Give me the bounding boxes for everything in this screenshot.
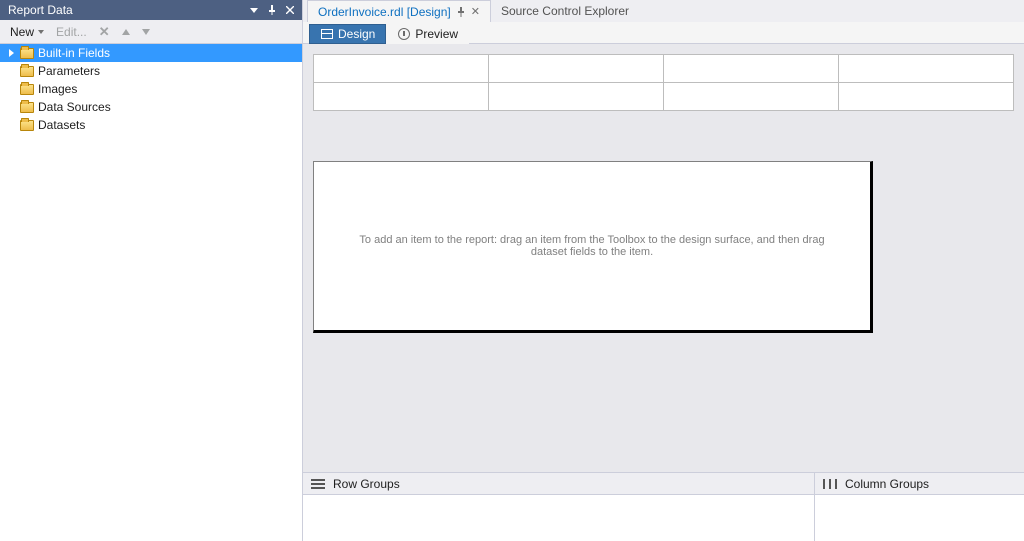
column-groups-header[interactable]: Column Groups <box>814 473 1024 494</box>
row-groups-header[interactable]: Row Groups <box>303 473 814 494</box>
move-down-button[interactable] <box>138 27 154 37</box>
tree-item-datasets[interactable]: Datasets <box>0 116 302 134</box>
tree-item-label: Built-in Fields <box>38 46 110 60</box>
panel-titlebar: Report Data <box>0 0 302 20</box>
edit-button-label: Edit... <box>56 25 87 39</box>
preview-icon <box>397 28 411 40</box>
design-surface[interactable]: To add an item to the report: drag an it… <box>313 161 873 333</box>
design-surface-wrap: To add an item to the report: drag an it… <box>303 121 1024 472</box>
row-groups-label: Row Groups <box>333 477 400 491</box>
new-button[interactable]: New <box>6 23 48 41</box>
panel-close-button[interactable] <box>282 2 298 18</box>
panel-title: Report Data <box>8 3 73 17</box>
parameters-grid[interactable] <box>313 54 1014 111</box>
expand-spacer <box>6 66 16 76</box>
row-groups-pane[interactable] <box>303 495 814 541</box>
tab-source-control-explorer[interactable]: Source Control Explorer <box>491 0 640 22</box>
panel-menu-button[interactable] <box>246 2 262 18</box>
tree-item-label: Parameters <box>38 64 100 78</box>
tab-close-icon[interactable]: ✕ <box>471 5 480 18</box>
move-up-button[interactable] <box>118 27 134 37</box>
report-data-tree: Built-in Fields Parameters Images Data S… <box>0 44 302 541</box>
folder-icon <box>20 84 34 95</box>
groups-header: Row Groups Column Groups <box>303 472 1024 494</box>
arrow-up-icon <box>122 29 130 35</box>
column-groups-label: Column Groups <box>845 477 929 491</box>
folder-icon <box>20 66 34 77</box>
expand-icon[interactable] <box>6 48 16 58</box>
report-data-panel: Report Data New Edit... ✕ <box>0 0 303 541</box>
table-row[interactable] <box>314 55 1014 83</box>
folder-icon <box>20 48 34 59</box>
tree-item-label: Data Sources <box>38 100 111 114</box>
column-groups-pane[interactable] <box>814 495 1024 541</box>
panel-pin-button[interactable] <box>264 2 280 18</box>
tree-item-built-in-fields[interactable]: Built-in Fields <box>0 44 302 62</box>
new-button-label: New <box>10 25 34 39</box>
table-row[interactable] <box>314 83 1014 111</box>
design-body: To add an item to the report: drag an it… <box>303 44 1024 541</box>
document-area: OrderInvoice.rdl [Design] ✕ Source Contr… <box>303 0 1024 541</box>
expand-spacer <box>6 84 16 94</box>
designer-mode-tabs: Design Preview <box>303 22 1024 44</box>
chevron-down-icon <box>38 30 44 34</box>
tree-item-label: Datasets <box>38 118 85 132</box>
mode-tab-preview[interactable]: Preview <box>386 24 469 44</box>
panel-toolbar: New Edit... ✕ <box>0 20 302 44</box>
design-icon <box>320 28 334 40</box>
tree-item-images[interactable]: Images <box>0 80 302 98</box>
folder-icon <box>20 102 34 113</box>
tree-item-parameters[interactable]: Parameters <box>0 62 302 80</box>
tab-label: Source Control Explorer <box>501 4 629 18</box>
design-surface-hint: To add an item to the report: drag an it… <box>342 234 842 258</box>
arrow-down-icon <box>142 29 150 35</box>
mode-tab-label: Design <box>338 27 375 41</box>
column-groups-icon <box>823 479 837 489</box>
mode-tab-design[interactable]: Design <box>309 24 386 44</box>
delete-x-icon: ✕ <box>99 24 110 40</box>
pin-icon[interactable] <box>457 7 465 17</box>
expand-spacer <box>6 102 16 112</box>
expand-spacer <box>6 120 16 130</box>
row-groups-icon <box>311 479 325 489</box>
mode-tab-label: Preview <box>415 27 458 41</box>
edit-button[interactable]: Edit... <box>52 23 91 41</box>
document-tabstrip: OrderInvoice.rdl [Design] ✕ Source Contr… <box>303 0 1024 22</box>
delete-button[interactable]: ✕ <box>95 22 114 42</box>
tree-item-label: Images <box>38 82 77 96</box>
folder-icon <box>20 120 34 131</box>
tab-label: OrderInvoice.rdl [Design] <box>318 5 451 19</box>
groups-body <box>303 494 1024 541</box>
tree-item-data-sources[interactable]: Data Sources <box>0 98 302 116</box>
tab-orderinvoice[interactable]: OrderInvoice.rdl [Design] ✕ <box>307 0 491 22</box>
